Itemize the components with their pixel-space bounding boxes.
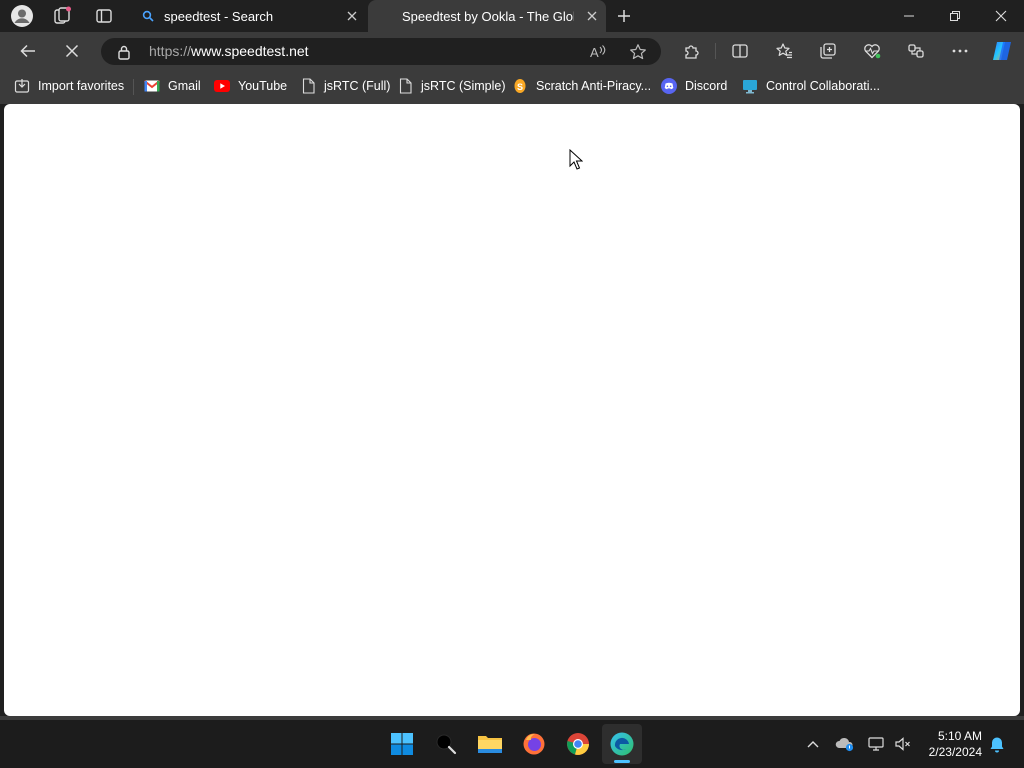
- clock-date: 2/23/2024: [928, 745, 982, 759]
- performance-icon[interactable]: [904, 40, 928, 62]
- profile-avatar-icon[interactable]: [9, 4, 35, 28]
- address-bar[interactable]: https://www.speedtest.net A: [101, 38, 661, 65]
- favorite-jsrtc-full[interactable]: jsRTC (Full): [300, 76, 390, 96]
- page-icon: [300, 78, 316, 94]
- url-host: www.speedtest.net: [191, 43, 309, 59]
- workspaces-icon[interactable]: [50, 5, 74, 27]
- favorite-gmail[interactable]: Gmail: [144, 76, 201, 96]
- gmail-icon: [144, 78, 160, 94]
- tab-speedtest-search[interactable]: speedtest - Search: [128, 0, 366, 32]
- volume-muted-icon[interactable]: [892, 734, 914, 754]
- favorite-control-collaboration[interactable]: Control Collaborati...: [742, 76, 880, 96]
- favorite-jsrtc-simple[interactable]: jsRTC (Simple): [397, 76, 506, 96]
- file-explorer-icon[interactable]: [470, 724, 510, 764]
- system-clock[interactable]: 5:10 AM 2/23/2024: [929, 728, 982, 760]
- tab-title: Speedtest by Ookla - The Global: [402, 8, 574, 24]
- url-protocol: https://: [149, 43, 192, 59]
- show-hidden-icons-chevron-icon[interactable]: [802, 734, 824, 754]
- favorite-import[interactable]: Import favorites: [14, 76, 124, 96]
- edge-icon[interactable]: [602, 724, 642, 764]
- back-icon[interactable]: [16, 40, 40, 62]
- favorite-label: Control Collaborati...: [766, 79, 880, 93]
- browser-essentials-icon[interactable]: [860, 40, 884, 62]
- import-icon: [14, 78, 30, 94]
- split-screen-icon[interactable]: [728, 40, 752, 62]
- new-tab-icon[interactable]: [612, 5, 636, 27]
- favorite-label: jsRTC (Simple): [421, 79, 506, 93]
- lock-icon[interactable]: [115, 42, 133, 61]
- copilot-icon[interactable]: [988, 38, 1016, 64]
- favorite-discord[interactable]: Discord: [661, 76, 727, 96]
- favorite-scratch[interactable]: S Scratch Anti-Piracy...: [512, 76, 651, 96]
- favorite-label: YouTube: [238, 79, 288, 93]
- mouse-cursor-icon: [569, 148, 584, 171]
- restore-icon[interactable]: [940, 4, 970, 28]
- firefox-icon[interactable]: [514, 724, 554, 764]
- read-aloud-icon[interactable]: A: [587, 42, 609, 61]
- page-icon: [397, 78, 413, 94]
- toolbar-divider: [715, 43, 716, 59]
- chrome-icon[interactable]: [558, 724, 598, 764]
- tab-speedtest-ookla[interactable]: Speedtest by Ookla - The Global: [368, 0, 606, 32]
- notification-bell-icon[interactable]: [986, 734, 1008, 756]
- close-tab-icon[interactable]: [342, 6, 362, 26]
- close-tab-icon[interactable]: [582, 6, 602, 26]
- favorites-divider: [133, 79, 134, 95]
- favorite-label: Gmail: [168, 79, 201, 93]
- url-text[interactable]: https://www.speedtest.net: [149, 43, 309, 59]
- favorites-icon[interactable]: [772, 40, 796, 62]
- favorite-label: Discord: [685, 79, 728, 93]
- monitor-icon: [742, 78, 758, 94]
- tab-actions-icon[interactable]: [92, 5, 116, 27]
- stop-loading-icon[interactable]: [60, 40, 84, 62]
- more-options-icon[interactable]: [948, 40, 972, 62]
- favorite-youtube[interactable]: YouTube: [214, 76, 287, 96]
- close-window-icon[interactable]: [986, 4, 1016, 28]
- start-icon[interactable]: [382, 724, 422, 764]
- minimize-icon[interactable]: [894, 4, 924, 28]
- clock-time: 5:10 AM: [937, 729, 982, 743]
- youtube-icon: [214, 78, 230, 94]
- collections-icon[interactable]: [816, 40, 840, 62]
- svg-text:A: A: [590, 45, 599, 60]
- tab-title: speedtest - Search: [164, 8, 274, 24]
- extensions-icon[interactable]: [680, 40, 704, 62]
- network-icon[interactable]: [866, 734, 888, 754]
- favorite-label: Scratch Anti-Piracy...: [536, 79, 652, 93]
- page-content[interactable]: [4, 104, 1020, 716]
- search-icon[interactable]: [426, 724, 466, 764]
- active-app-indicator: [614, 760, 630, 763]
- favorite-label: Import favorites: [38, 79, 125, 93]
- favorite-label: jsRTC (Full): [324, 79, 391, 93]
- search-icon: [140, 8, 156, 24]
- svg-text:S: S: [517, 82, 523, 92]
- onedrive-icon[interactable]: [834, 734, 856, 754]
- discord-icon: [661, 78, 677, 94]
- favorite-star-icon[interactable]: [627, 42, 649, 61]
- scratch-icon: S: [512, 78, 528, 94]
